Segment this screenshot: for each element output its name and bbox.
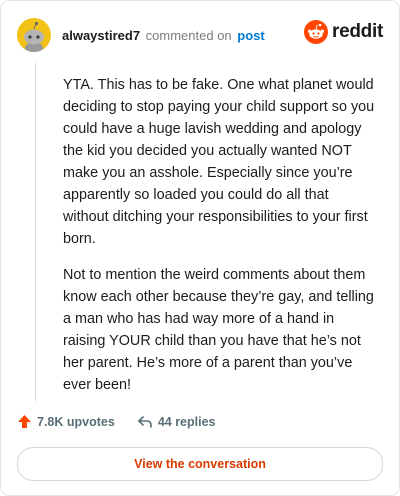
replies-button[interactable]: 44 replies [137,415,216,429]
user-avatar[interactable] [17,18,51,52]
comment-meta: alwaystired7 commented on post [62,28,265,43]
view-conversation-label: View the conversation [134,457,266,471]
reddit-brand[interactable]: reddit [304,20,383,44]
comment-paragraph: YTA. This has to be fake. One what plane… [63,77,375,247]
comment-header: alwaystired7 commented on post reddit [17,17,383,53]
username[interactable]: alwaystired7 [62,28,140,43]
commented-on-text: commented on [145,27,232,43]
upvote-arrow-icon [18,415,31,428]
comment-paragraph: Not to mention the weird comments about … [63,267,374,393]
upvote-count: 7.8K upvotes [37,414,115,429]
comment-card: alwaystired7 commented on post reddit YT… [0,0,400,496]
view-conversation-button[interactable]: View the conversation [17,447,383,481]
comment-actions: 7.8K upvotes 44 replies [17,414,216,429]
snoo-avatar-icon [24,21,44,52]
reddit-wordmark: reddit [332,21,383,42]
post-link[interactable]: post [237,28,264,43]
comment-body: YTA. This has to be fake. One what plane… [63,74,375,410]
upvote-button[interactable]: 7.8K upvotes [17,414,115,429]
reply-arrow-icon [138,415,152,428]
reddit-logo-icon [304,20,329,44]
reply-count: 44 replies [157,414,216,429]
thread-line [35,63,36,401]
